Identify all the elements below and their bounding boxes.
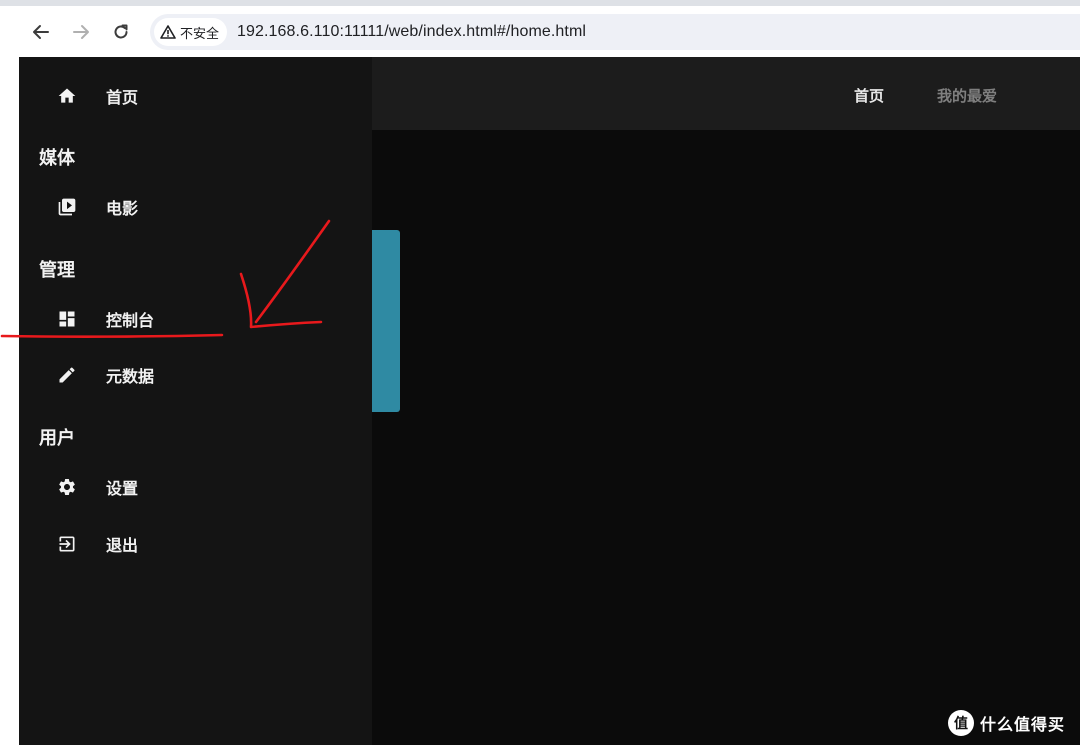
tab-strip <box>0 0 1080 6</box>
sidebar-item-movies[interactable]: 电影 <box>19 185 372 229</box>
dashboard-icon <box>57 309 77 329</box>
sidebar-item-label: 电影 <box>106 201 139 218</box>
watermark-logo-icon: 值 <box>948 710 974 736</box>
navigation-drawer: 首页 媒体 电影 管理 控制台 元数据 用户 设置 退出 <box>19 57 372 745</box>
watermark: 值 什么值得买 <box>948 708 1065 738</box>
sidebar-item-metadata[interactable]: 元数据 <box>19 353 372 397</box>
sidebar-item-logout[interactable]: 退出 <box>19 522 372 566</box>
app-header: 首页 我的最爱 <box>371 57 1080 130</box>
sidebar-item-dashboard[interactable]: 控制台 <box>19 297 372 341</box>
arrow-right-icon[interactable] <box>67 18 95 46</box>
media-card-edge[interactable] <box>371 230 400 412</box>
tab-favorites[interactable]: 我的最爱 <box>937 85 997 106</box>
app-window: 首页 我的最爱 首页 媒体 电影 管理 控制台 元数据 用户 设置 退出 <box>19 57 1080 745</box>
sidebar-item-label: 设置 <box>106 481 139 498</box>
url-text[interactable]: 192.168.6.110:11111/web/index.html#/home… <box>237 23 586 41</box>
warning-triangle-icon <box>160 25 176 39</box>
sidebar-item-home[interactable]: 首页 <box>19 74 372 118</box>
security-label: 不安全 <box>180 25 220 41</box>
arrow-left-icon[interactable] <box>27 18 55 46</box>
tab-home[interactable]: 首页 <box>854 85 884 106</box>
reload-icon[interactable] <box>107 18 135 46</box>
watermark-logo-char: 值 <box>954 715 968 732</box>
browser-toolbar: 不安全 192.168.6.110:11111/web/index.html#/… <box>0 0 1080 57</box>
exit-icon <box>57 534 77 554</box>
sidebar-item-label: 元数据 <box>106 369 155 386</box>
address-bar[interactable]: 不安全 192.168.6.110:11111/web/index.html#/… <box>150 14 1080 50</box>
home-icon <box>57 86 77 106</box>
video-library-icon <box>57 197 77 217</box>
sidebar-item-label: 退出 <box>106 538 139 555</box>
gear-icon <box>57 477 77 497</box>
section-title-admin: 管理 <box>39 260 75 280</box>
pencil-icon <box>57 365 77 385</box>
section-title-user: 用户 <box>39 428 75 448</box>
sidebar-item-label: 控制台 <box>106 313 155 330</box>
sidebar-item-label: 首页 <box>106 90 139 107</box>
security-chip[interactable]: 不安全 <box>154 18 228 46</box>
watermark-text: 什么值得买 <box>980 717 1066 734</box>
sidebar-item-settings[interactable]: 设置 <box>19 465 372 509</box>
section-title-media: 媒体 <box>39 148 75 168</box>
